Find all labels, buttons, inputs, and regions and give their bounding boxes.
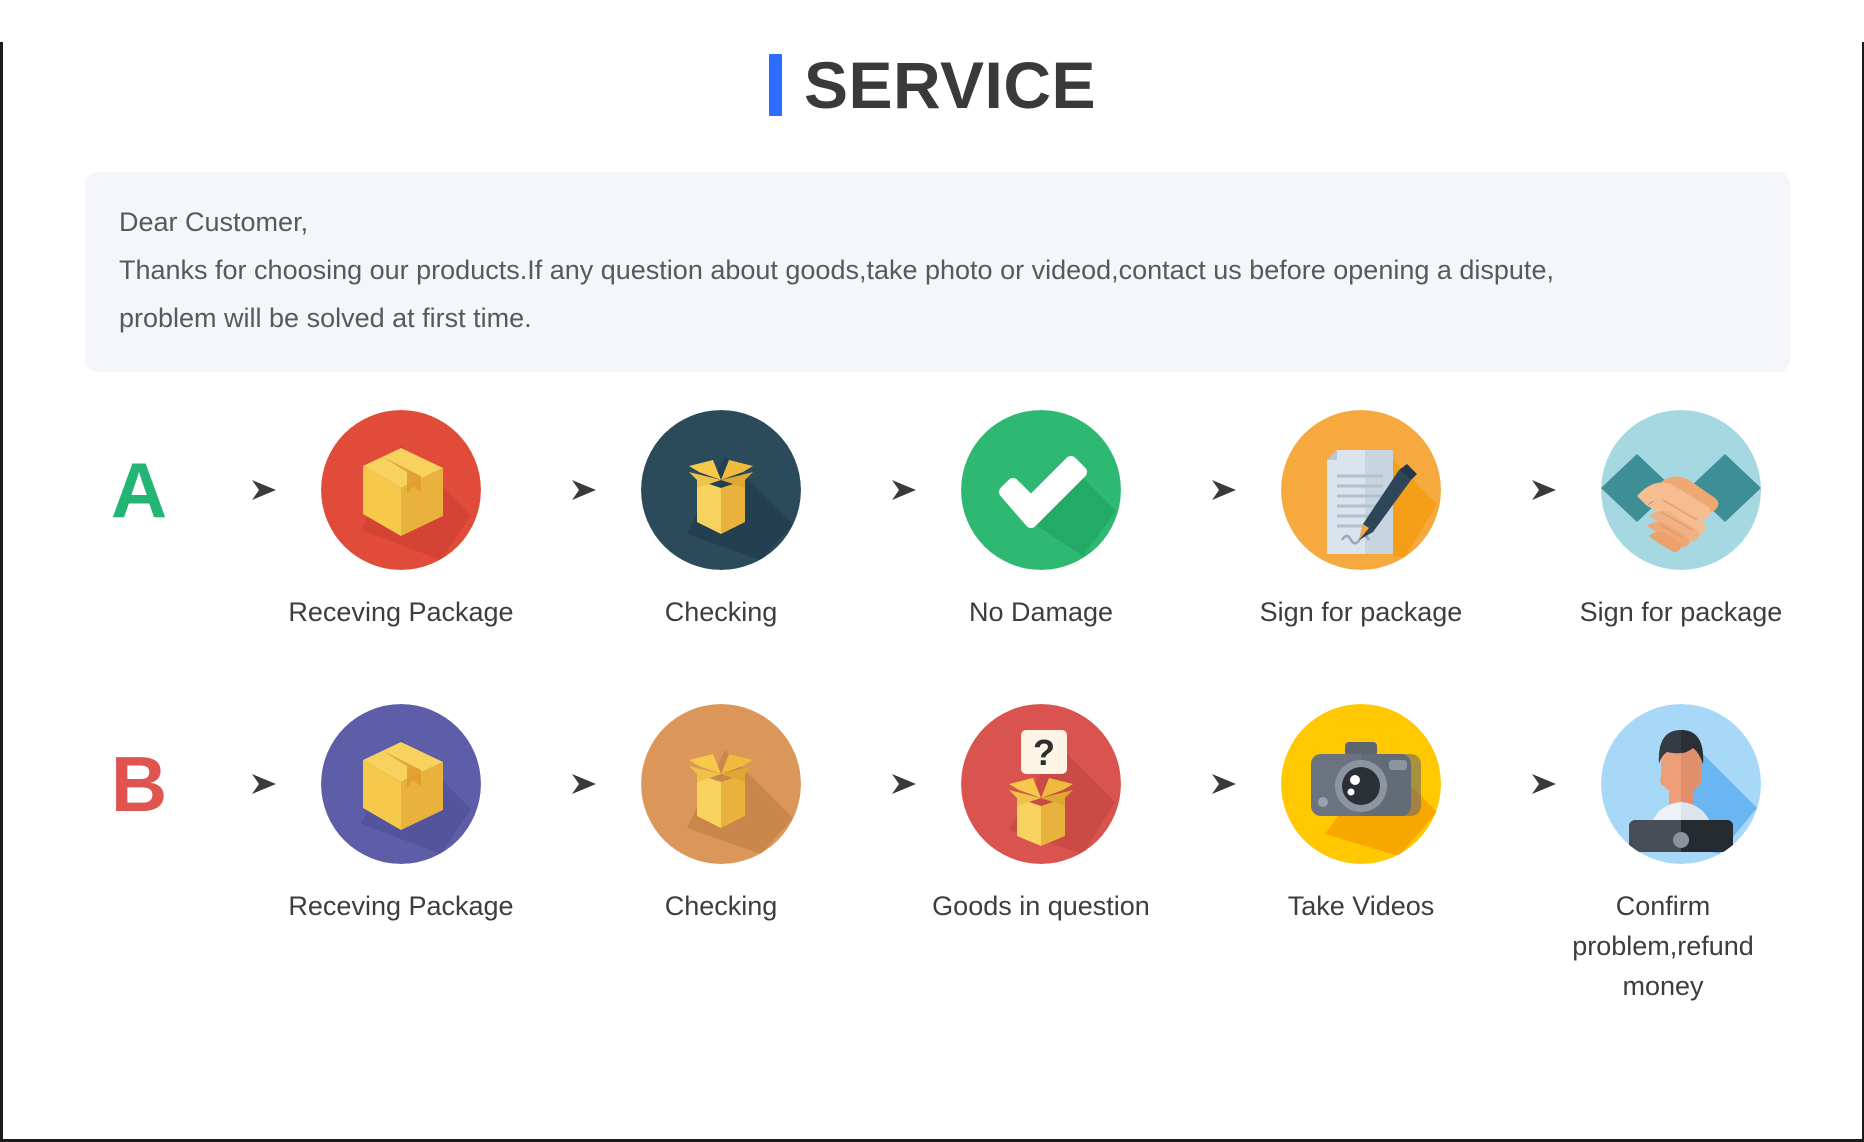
title-accent-bar [768, 54, 782, 116]
closed-box-icon [321, 704, 481, 864]
icon-circle [641, 410, 801, 570]
check-mark-icon [961, 410, 1121, 570]
svg-text:?: ? [1033, 732, 1055, 773]
arrow-right-icon [195, 704, 287, 864]
arrow-right-icon [1475, 704, 1567, 864]
flow-step-b-1: Receving Package [287, 704, 515, 926]
icon-circle [1601, 410, 1761, 570]
flow-step-a-4: Sign for package [1247, 410, 1475, 632]
flow-row-a: A Receving Package Checking No Damage Si… [83, 410, 1792, 632]
flow-step-label: Confirm problem,refund money [1572, 891, 1754, 1001]
flow-step-b-5: Confirm problem,refund money [1567, 704, 1795, 1006]
flow-step-label: Checking [664, 891, 778, 921]
flow-step-b-2: Checking [607, 704, 835, 926]
icon-circle [641, 704, 801, 864]
flow-step-label: Receving Package [288, 891, 514, 921]
flow-step-label: Goods in question [932, 891, 1150, 921]
camera-icon [1281, 704, 1441, 864]
process-flows: A Receving Package Checking No Damage Si… [3, 410, 1862, 1006]
flow-badge-a-label: A [110, 446, 168, 534]
icon-circle [321, 704, 481, 864]
icon-circle [1281, 704, 1441, 864]
icon-circle: ? [961, 704, 1121, 864]
notice-line-1: Dear Customer, [119, 207, 309, 237]
arrow-right-icon [1155, 704, 1247, 864]
flow-step-a-2: Checking [607, 410, 835, 632]
flow-step-b-3: ? Goods in question [927, 704, 1155, 926]
support-person-icon [1601, 704, 1761, 864]
icon-circle [1601, 704, 1761, 864]
flow-row-b: B Receving Package Checking ? Goods in q… [83, 704, 1792, 1006]
flow-badge-b: B [83, 704, 195, 864]
flow-step-label: Receving Package [288, 597, 514, 627]
flow-step-label: Checking [664, 597, 778, 627]
flow-step-label: Sign for package [1579, 597, 1783, 627]
open-box-icon [641, 704, 801, 864]
flow-step-label: Take Videos [1287, 891, 1435, 921]
icon-circle [321, 410, 481, 570]
flow-badge-b-label: B [110, 740, 168, 828]
flow-step-a-3: No Damage [927, 410, 1155, 632]
flow-step-label: Sign for package [1259, 597, 1463, 627]
arrow-right-icon [1475, 410, 1567, 570]
flow-badge-a: A [83, 410, 195, 570]
flow-step-a-5: Sign for package [1567, 410, 1795, 632]
arrow-right-icon [835, 410, 927, 570]
notice-line-3: problem will be solved at first time. [119, 303, 532, 333]
page-title: SERVICE [3, 42, 1862, 128]
icon-circle [961, 410, 1121, 570]
open-box-icon [641, 410, 801, 570]
customer-notice: Dear Customer, Thanks for choosing our p… [85, 172, 1790, 372]
page-title-text: SERVICE [803, 48, 1097, 122]
closed-box-icon [321, 410, 481, 570]
arrow-right-icon [515, 704, 607, 864]
flow-step-a-1: Receving Package [287, 410, 515, 632]
handshake-icon [1601, 410, 1761, 570]
flow-step-b-4: Take Videos [1247, 704, 1475, 926]
arrow-right-icon [515, 410, 607, 570]
flow-step-label: No Damage [968, 597, 1114, 627]
question-box-icon: ? [961, 704, 1121, 864]
arrow-right-icon [195, 410, 287, 570]
icon-circle [1281, 410, 1441, 570]
notice-line-2: Thanks for choosing our products.If any … [119, 255, 1554, 285]
arrow-right-icon [835, 704, 927, 864]
arrow-right-icon [1155, 410, 1247, 570]
service-page: SERVICE Dear Customer, Thanks for choosi… [0, 42, 1864, 1142]
document-pen-icon [1281, 410, 1441, 570]
